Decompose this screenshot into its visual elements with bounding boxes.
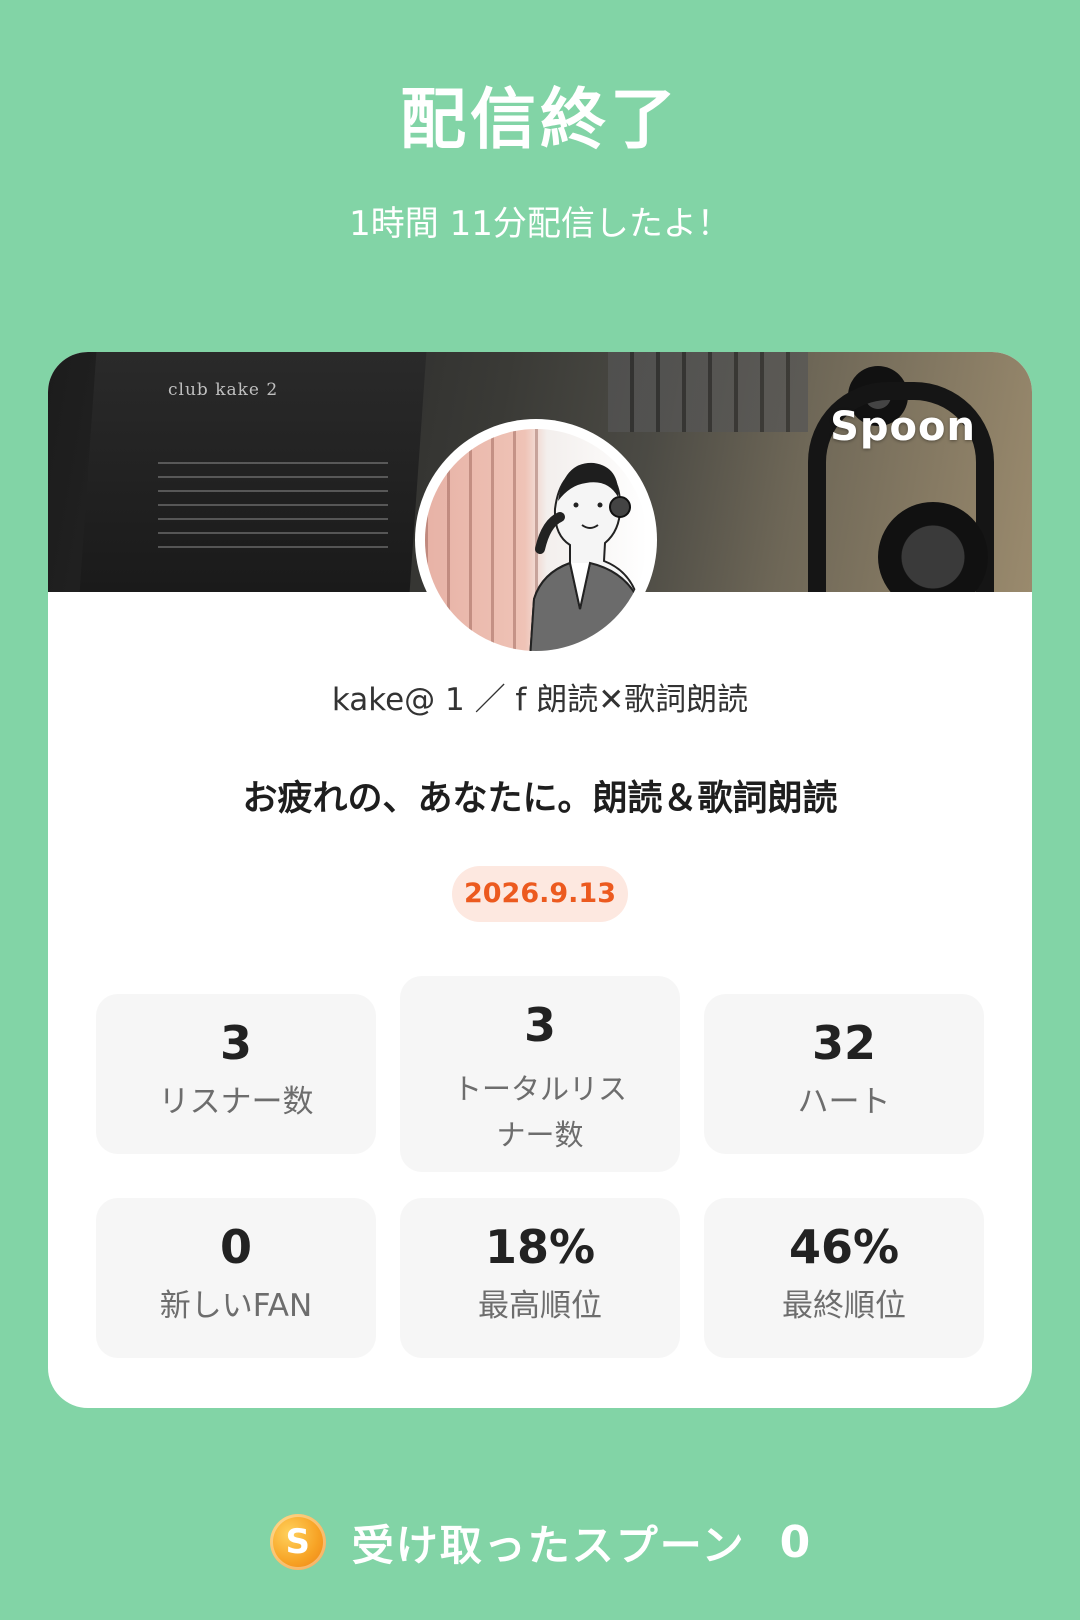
broadcast-duration: 1時間 11分配信したよ！ — [349, 204, 731, 244]
stat-label: 最高順位 — [478, 1288, 602, 1324]
cover-book-lines — [158, 462, 388, 552]
stat-label: トータルリスナー数 — [452, 1072, 627, 1152]
stat-label: ハート — [797, 1084, 891, 1120]
broadcast-summary-card: club kake 2 Spoon kake@ 1 ／ f 朗読✕歌詞朗読 お疲… — [48, 352, 1032, 1408]
spoon-logo: Spoon — [830, 404, 976, 450]
broadcast-title: お疲れの、あなたに。朗読＆歌詞朗読 — [242, 779, 838, 819]
stat-label: リスナー数 — [158, 1084, 314, 1120]
cover-book-title: club kake 2 — [168, 380, 279, 400]
avatar-image — [425, 429, 647, 651]
stat-final-rank: 46% 最終順位 — [704, 1198, 984, 1358]
stat-label: 最終順位 — [782, 1288, 906, 1324]
stat-hearts: 32 ハート — [704, 994, 984, 1154]
received-spoons[interactable]: S 受け取ったスプーン 0 — [0, 1508, 1080, 1576]
stat-label: 新しいFAN — [159, 1288, 313, 1324]
stat-value: 0 — [219, 1220, 252, 1274]
stat-total-listeners: 3 トータルリスナー数 — [400, 976, 680, 1172]
stat-value: 3 — [219, 1016, 252, 1070]
stat-value: 18% — [484, 1220, 596, 1274]
date-badge: 2026.9.13 — [452, 866, 628, 922]
username[interactable]: kake@ 1 ／ f 朗読✕歌詞朗読 — [48, 674, 1032, 719]
stat-highest-rank: 18% 最高順位 — [400, 1198, 680, 1358]
stat-value: 46% — [788, 1220, 900, 1274]
stat-value: 3 — [523, 998, 556, 1052]
received-spoons-count: 0 — [779, 1516, 811, 1568]
avatar-illustration — [529, 462, 639, 651]
avatar[interactable] — [420, 424, 652, 656]
page-title: 配信終了 — [400, 81, 680, 158]
cover-keyboard — [608, 352, 808, 432]
stat-new-fans: 0 新しいFAN — [96, 1198, 376, 1358]
stat-listeners: 3 リスナー数 — [96, 994, 376, 1154]
spoon-coin-icon: S — [269, 1514, 326, 1570]
received-spoons-label: 受け取ったスプーン — [351, 1520, 746, 1570]
stat-value: 32 — [811, 1016, 876, 1070]
